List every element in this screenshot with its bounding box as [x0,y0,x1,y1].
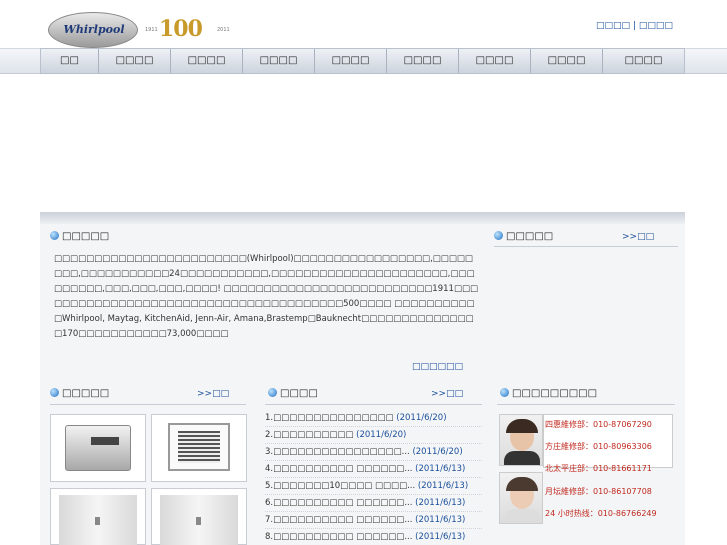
product-ceiling-ac-image[interactable] [151,414,247,482]
service-line-4: 月坛維修部：010-86107708 [545,487,652,496]
news-item[interactable]: 6.□□□□□□□□□□ □□□□□□... (2011/6/13) [265,495,482,512]
nav-item-9[interactable]: □□□□ [603,49,684,73]
support-agent-photo-2 [499,472,543,524]
news-item[interactable]: 7.□□□□□□□□□□ □□□□□□... (2011/6/13) [265,512,482,529]
section-divider [40,212,685,224]
news-item[interactable]: 4.□□□□□□□□□□ □□□□□□... (2011/6/13) [265,461,482,478]
notice-rule [494,246,678,247]
nav-item-home[interactable]: □□ [41,49,99,73]
news-item[interactable]: 5.□□□□□□□10□□□□ □□□□... (2011/6/13) [265,478,482,495]
top-link-2[interactable]: □□□□ [639,21,673,31]
bullet-icon [50,231,59,240]
nav-item-5[interactable]: □□□□ [315,49,387,73]
service-rule [497,404,675,405]
product-ac-unit-image-1[interactable] [50,488,146,545]
logo-text: Whirlpool [63,23,125,36]
nav-item-4[interactable]: □□□□ [243,49,315,73]
anniversary-end: 2011 [217,27,230,33]
top-link-1[interactable]: □□□□ [596,21,630,31]
header: Whirlpool 1911 100 2011 □□□□ | □□□□ [0,0,727,48]
about-title: □□□□□ [50,231,109,242]
product-washer-image[interactable] [50,414,146,482]
product-ac-unit-image-2[interactable] [151,488,247,545]
top-links: □□□□ | □□□□ [596,21,673,31]
nav-item-3[interactable]: □□□□ [171,49,243,73]
bullet-icon [268,388,277,397]
whirlpool-logo[interactable]: Whirlpool [48,12,138,48]
notice-title: □□□□□ [494,231,553,242]
service-line-5: 24 小时热线：010-86766249 [545,509,657,518]
news-list: 1.□□□□□□□□□□□□□□□ (2011/6/20) 2.□□□□□□□□… [265,410,482,545]
anniversary-number: 100 [159,16,203,42]
nav-item-2[interactable]: □□□□ [99,49,171,73]
news-more-link[interactable]: >>□□ [431,389,463,399]
products-rule [50,404,246,405]
news-item[interactable]: 1.□□□□□□□□□□□□□□□ (2011/6/20) [265,410,482,427]
about-more-link[interactable]: □□□□□□ [412,362,463,372]
bullet-icon [494,231,503,240]
service-title: □□□□□□□□□ [500,388,597,399]
service-line-3: 北太平庄部：010-81661171 [545,464,652,473]
banner-area [40,74,685,212]
top-link-separator: | [632,21,636,31]
news-item[interactable]: 3.□□□□□□□□□□□□□□□□... (2011/6/20) [265,444,482,461]
nav-item-6[interactable]: □□□□ [387,49,459,73]
main-nav: □□ □□□□ □□□□ □□□□ □□□□ □□□□ □□□□ □□□□ □□… [40,48,685,74]
about-text: □□□□□□□□□□□□□□□□□□□□□□□□(Whirlpool)□□□□□… [54,254,479,339]
anniversary-badge: 1911 100 2011 [145,16,235,42]
news-item[interactable]: 8.□□□□□□□□□□ □□□□□□... (2011/6/13) [265,529,482,545]
support-agent-photo-1 [499,414,543,466]
anniversary-start: 1911 [145,27,158,33]
bullet-icon [500,388,509,397]
news-item[interactable]: 2.□□□□□□□□□□ (2011/6/20) [265,427,482,444]
service-line-2: 方庄維修部：010-80963306 [545,442,652,451]
products-more-link[interactable]: >>□□ [197,389,229,399]
news-title: □□□□ [268,388,318,399]
notice-more-link[interactable]: >>□□ [622,232,654,242]
bullet-icon [50,388,59,397]
nav-item-7[interactable]: □□□□ [459,49,531,73]
service-line-1: 四惠維修部：010-87067290 [545,420,652,429]
products-title: □□□□□ [50,388,109,399]
nav-item-8[interactable]: □□□□ [531,49,603,73]
news-rule [265,404,482,405]
